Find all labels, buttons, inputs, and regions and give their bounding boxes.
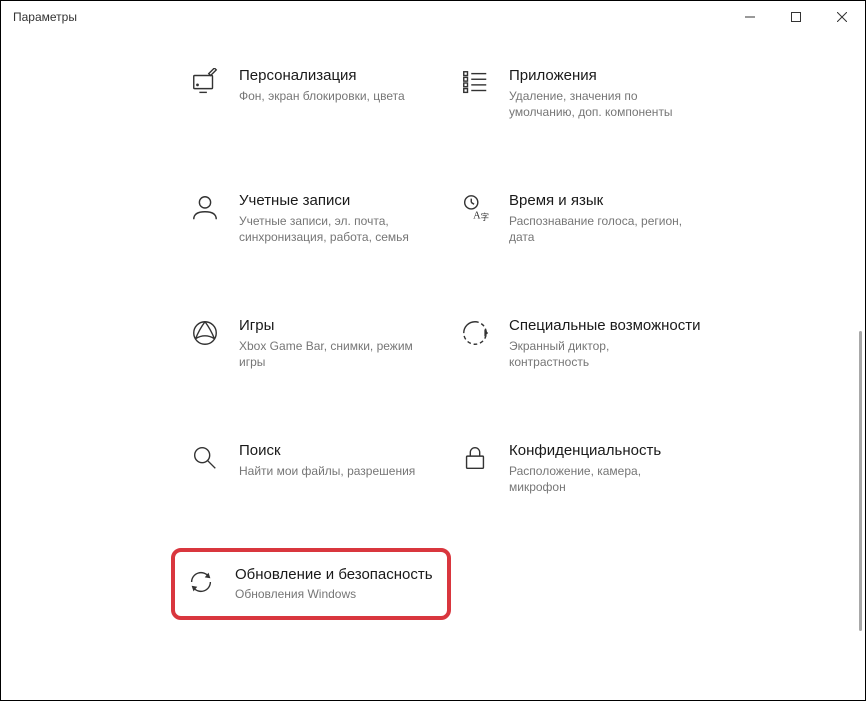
search-icon bbox=[189, 442, 221, 474]
tile-desc: Удаление, значения по умолчанию, доп. ко… bbox=[509, 88, 689, 120]
tile-title: Приложения bbox=[509, 67, 689, 86]
tile-desc: Обновления Windows bbox=[235, 586, 415, 602]
personalization-icon bbox=[189, 67, 221, 99]
window-controls bbox=[727, 1, 865, 33]
tile-update-security[interactable]: Обновление и безопасность Обновления Win… bbox=[171, 548, 451, 621]
tile-accounts[interactable]: Учетные записи Учетные записи, эл. почта… bbox=[181, 186, 441, 251]
time-language-icon: A 字 bbox=[459, 192, 491, 224]
gaming-icon bbox=[189, 317, 221, 349]
tile-search[interactable]: Поиск Найти мои файлы, разрешения bbox=[181, 436, 441, 501]
minimize-button[interactable] bbox=[727, 1, 773, 33]
tile-title: Специальные возможности bbox=[509, 317, 701, 336]
tile-desc: Найти мои файлы, разрешения bbox=[239, 463, 415, 479]
window-title: Параметры bbox=[13, 10, 727, 24]
tile-title: Поиск bbox=[239, 442, 415, 461]
tile-desc: Xbox Game Bar, снимки, режим игры bbox=[239, 338, 419, 370]
vertical-scrollbar[interactable] bbox=[859, 331, 862, 631]
tile-title: Учетные записи bbox=[239, 192, 419, 211]
tile-desc: Учетные записи, эл. почта, синхронизация… bbox=[239, 213, 419, 245]
svg-text:字: 字 bbox=[481, 212, 489, 222]
tile-personalization[interactable]: Персонализация Фон, экран блокировки, цв… bbox=[181, 61, 441, 126]
settings-content: Персонализация Фон, экран блокировки, цв… bbox=[1, 33, 865, 606]
tile-title: Обновление и безопасность bbox=[235, 566, 433, 585]
maximize-button[interactable] bbox=[773, 1, 819, 33]
tile-title: Конфиденциальность bbox=[509, 442, 689, 461]
tile-title: Игры bbox=[239, 317, 419, 336]
tile-accessibility[interactable]: Специальные возможности Экранный диктор,… bbox=[451, 311, 711, 376]
privacy-icon bbox=[459, 442, 491, 474]
apps-icon bbox=[459, 67, 491, 99]
tile-gaming[interactable]: Игры Xbox Game Bar, снимки, режим игры bbox=[181, 311, 441, 376]
close-button[interactable] bbox=[819, 1, 865, 33]
accounts-icon bbox=[189, 192, 221, 224]
tile-apps[interactable]: Приложения Удаление, значения по умолчан… bbox=[451, 61, 711, 126]
tile-privacy[interactable]: Конфиденциальность Расположение, камера,… bbox=[451, 436, 711, 501]
tile-desc: Фон, экран блокировки, цвета bbox=[239, 88, 405, 104]
tile-time-language[interactable]: A 字 Время и язык Распознавание голоса, р… bbox=[451, 186, 711, 251]
tile-desc: Экранный диктор, контрастность bbox=[509, 338, 689, 370]
tile-title: Персонализация bbox=[239, 67, 405, 86]
tile-desc: Распознавание голоса, регион, дата bbox=[509, 213, 689, 245]
tile-desc: Расположение, камера, микрофон bbox=[509, 463, 689, 495]
update-icon bbox=[185, 566, 217, 598]
settings-grid: Персонализация Фон, экран блокировки, цв… bbox=[181, 61, 865, 606]
tile-title: Время и язык bbox=[509, 192, 689, 211]
titlebar: Параметры bbox=[1, 1, 865, 33]
accessibility-icon bbox=[459, 317, 491, 349]
